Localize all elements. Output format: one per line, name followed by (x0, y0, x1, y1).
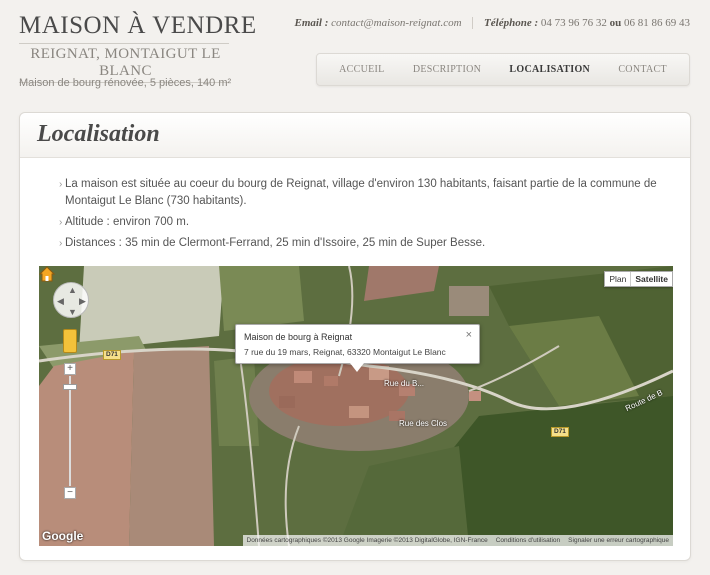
pan-control[interactable]: ▲ ▼ ◀ ▶ (53, 282, 89, 318)
satellite-imagery (39, 266, 673, 546)
phone-2: 06 81 86 69 43 (624, 17, 690, 29)
pan-left-icon[interactable]: ◀ (57, 297, 64, 306)
pan-up-icon[interactable]: ▲ (68, 286, 77, 295)
site-tagline: Maison de bourg rénovée, 5 pièces, 140 m… (19, 77, 232, 89)
road-label-d71: D71 (551, 427, 569, 437)
nav-accueil[interactable]: ACCUEIL (339, 64, 384, 75)
zoom-slider-knob[interactable] (63, 384, 77, 390)
info-window: Maison de bourg à Reignat 7 rue du 19 ma… (235, 324, 480, 372)
map-type-satellite[interactable]: Satellite (630, 272, 672, 286)
list-item: › La maison est située au coeur du bourg … (59, 178, 657, 207)
street-view-pegman-icon[interactable] (63, 329, 77, 353)
info-window-address: 7 rue du 19 mars, Reignat, 63320 Montaig… (244, 347, 446, 357)
street-label: Rue du B... (384, 379, 425, 388)
email-link[interactable]: contact@maison-reignat.com (331, 17, 461, 29)
site-title: MAISON À VENDRE (19, 12, 257, 39)
contact-bar: Email : contact@maison-reignat.com Télép… (294, 17, 690, 30)
terms-link[interactable]: Conditions d'utilisation (496, 537, 560, 544)
phone-1: 04 73 96 76 32 (540, 17, 607, 29)
page-title: Localisation (37, 121, 160, 147)
house-marker-icon[interactable] (39, 266, 55, 282)
map-attribution: Données cartographiques ©2013 Google Ima… (242, 535, 673, 546)
phone-label: Téléphone : (484, 17, 539, 29)
zoom-slider-track[interactable] (69, 376, 71, 486)
report-link[interactable]: Signaler une erreur cartographique (568, 537, 669, 544)
google-logo[interactable]: Google (42, 529, 83, 543)
close-icon[interactable]: × (466, 329, 472, 341)
zoom-out-button[interactable]: − (64, 487, 76, 499)
street-label: Rue des Clos (399, 419, 448, 428)
info-list: › La maison est située au coeur du bourg … (59, 176, 670, 256)
phone-or: ou (609, 17, 622, 29)
pan-right-icon[interactable]: ▶ (79, 297, 86, 306)
email-label: Email : (294, 17, 329, 29)
arrow-icon: › (59, 179, 63, 190)
map-type-control: Plan Satellite (604, 271, 673, 287)
info-window-title: Maison de bourg à Reignat (244, 332, 353, 342)
map-type-plan[interactable]: Plan (605, 272, 630, 286)
list-item: › Distances : 35 min de Clermont-Ferrand,… (59, 235, 670, 252)
arrow-icon: › (59, 238, 63, 249)
localisation-card: Localisation › La maison est située au co… (19, 112, 691, 561)
main-nav: ACCUEIL DESCRIPTION LOCALISATION CONTACT (316, 53, 690, 86)
nav-contact[interactable]: CONTACT (618, 64, 667, 75)
list-item: › Altitude : environ 700 m. (59, 214, 670, 231)
nav-localisation[interactable]: LOCALISATION (509, 64, 590, 75)
pan-down-icon[interactable]: ▼ (68, 308, 77, 317)
satellite-map[interactable]: Plan Satellite ▲ ▼ ◀ ▶ + − D71 D71 Rue d… (39, 266, 673, 546)
arrow-icon: › (59, 217, 63, 228)
road-label-d71: D71 (103, 350, 121, 360)
nav-description[interactable]: DESCRIPTION (413, 64, 481, 75)
zoom-in-button[interactable]: + (64, 363, 76, 375)
attribution-text: Données cartographiques ©2013 Google Ima… (246, 537, 488, 544)
contact-divider (472, 17, 474, 30)
